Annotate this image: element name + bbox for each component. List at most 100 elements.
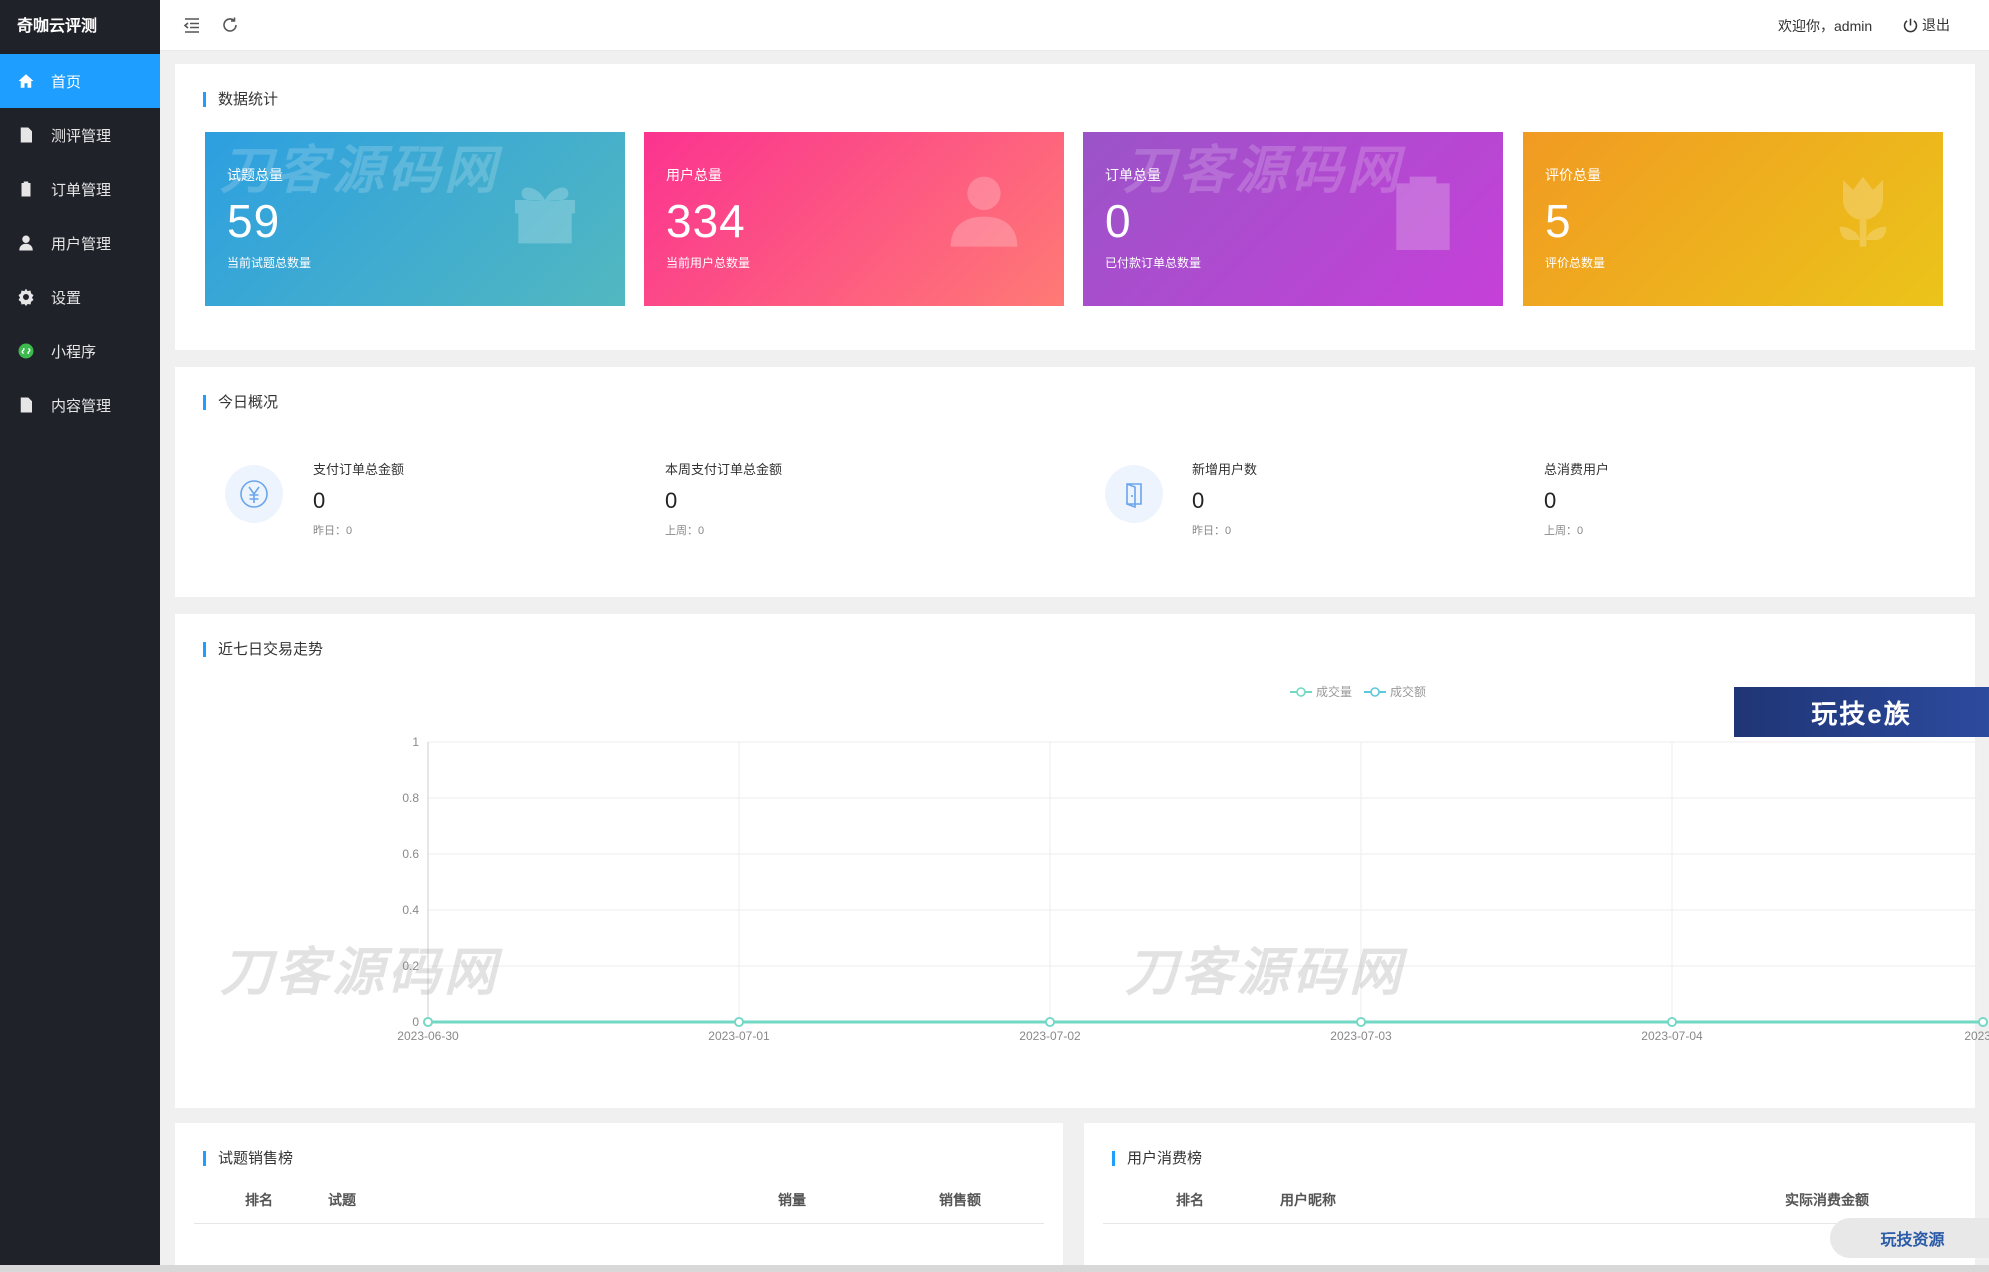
bottom-strip xyxy=(0,1265,1989,1272)
sidebar-item-label: 设置 xyxy=(51,289,82,307)
clipboard-icon xyxy=(17,180,35,198)
table-header-question: 试题 xyxy=(328,1192,356,1208)
gift-icon xyxy=(505,170,585,250)
x-tick-label: 2023-06-30 xyxy=(397,1029,459,1043)
overview-compare: 上周：0 xyxy=(665,525,705,537)
overview-value: 0 xyxy=(665,488,678,513)
sidebar-item-home[interactable]: 首页 xyxy=(0,54,160,108)
data-point xyxy=(1045,1017,1055,1027)
data-point xyxy=(734,1017,744,1027)
overview-label: 本周支付订单总金额 xyxy=(665,462,783,477)
stat-card-value: 0 xyxy=(1105,195,1132,247)
sales-rank-title: 试题销售榜 xyxy=(203,1151,293,1166)
overview-label: 支付订单总金额 xyxy=(313,462,405,477)
refresh-icon[interactable] xyxy=(220,15,240,35)
stat-card-title: 订单总量 xyxy=(1105,167,1161,183)
x-tick-label: 2023-0 xyxy=(1964,1029,1989,1043)
sidebar-item-content-manage[interactable]: 内容管理 xyxy=(0,378,160,432)
home-icon xyxy=(17,72,35,90)
watermark: 刀客源码网 xyxy=(1123,142,1404,200)
sidebar-item-user-manage[interactable]: 用户管理 xyxy=(0,216,160,270)
stat-card-subtitle: 评价总数量 xyxy=(1545,256,1606,270)
stat-card-subtitle: 当前用户总数量 xyxy=(666,256,751,270)
trend-title: 近七日交易走势 xyxy=(203,642,323,657)
legend-item-amount[interactable]: 成交额 xyxy=(1364,683,1426,700)
sidebar: 奇咖云评测 首页 测评管理 订单管理 用户管理 设置 小程序 内容管理 xyxy=(0,0,160,1265)
stat-card-subtitle: 当前试题总数量 xyxy=(227,256,312,270)
power-icon xyxy=(1903,18,1918,32)
overview-value: 0 xyxy=(1192,488,1205,513)
sidebar-item-miniprogram[interactable]: 小程序 xyxy=(0,324,160,378)
ad-bottom-badge[interactable]: 玩技资源 xyxy=(1830,1218,1989,1258)
menu-toggle-icon[interactable] xyxy=(182,15,202,35)
stat-card-users[interactable]: 用户总量 334 当前用户总数量 xyxy=(644,132,1064,306)
stat-card-title: 用户总量 xyxy=(666,167,722,183)
stat-card-title: 评价总量 xyxy=(1545,167,1601,183)
stat-card-reviews[interactable]: 评价总量 5 评价总数量 xyxy=(1523,132,1943,306)
stat-card-value: 59 xyxy=(227,195,281,247)
overview-label: 新增用户数 xyxy=(1192,462,1258,477)
sidebar-item-label: 订单管理 xyxy=(51,181,112,199)
user-icon xyxy=(17,234,35,252)
overview-value: 0 xyxy=(313,488,326,513)
gear-icon xyxy=(17,288,35,306)
sidebar-item-label: 内容管理 xyxy=(51,397,112,415)
user-rank-title: 用户消费榜 xyxy=(1112,1151,1202,1166)
overview-compare: 上周：0 xyxy=(1544,525,1584,537)
y-tick-label: 0.4 xyxy=(402,903,419,917)
door-icon xyxy=(1105,465,1163,523)
overview-value: 0 xyxy=(1544,488,1557,513)
overview-item-new-users: 新增用户数 0 昨日：0 xyxy=(1192,459,1257,538)
y-tick-label: 0.8 xyxy=(402,791,419,805)
y-tick-label: 1 xyxy=(412,735,419,749)
overview-item-week-pay-total: 本周支付订单总金额 0 上周：0 xyxy=(665,459,782,538)
user-icon xyxy=(944,170,1024,250)
table-header-sales: 销量 xyxy=(778,1192,806,1208)
sidebar-item-review-manage[interactable]: 测评管理 xyxy=(0,108,160,162)
sidebar-item-label: 小程序 xyxy=(51,343,97,361)
sales-rank-panel: 试题销售榜 xyxy=(175,1123,1063,1272)
table-header-nickname: 用户昵称 xyxy=(1280,1192,1336,1208)
legend-item-volume[interactable]: 成交量 xyxy=(1290,683,1352,700)
sidebar-item-label: 测评管理 xyxy=(51,127,112,145)
sidebar-item-label: 首页 xyxy=(51,73,82,91)
x-tick-label: 2023-07-04 xyxy=(1641,1029,1703,1043)
stat-card-title: 试题总量 xyxy=(227,167,283,183)
overview-compare: 昨日：0 xyxy=(313,525,353,537)
welcome-text: 欢迎你，admin xyxy=(1778,18,1873,34)
table-header-rank: 排名 xyxy=(1176,1192,1204,1208)
today-title: 今日概况 xyxy=(203,395,278,410)
data-point xyxy=(1356,1017,1366,1027)
y-tick-label: 0.6 xyxy=(402,847,419,861)
logout-button[interactable]: 退出 xyxy=(1902,15,1950,35)
trend-line-chart: 0 0.2 0.4 0.6 0.8 1 2023-06-30 2023-07-01 2023-0… xyxy=(397,735,1989,1043)
stat-card-orders[interactable]: 刀客源码网 订单总量 0 已付款订单总数量 xyxy=(1083,132,1503,306)
stat-card-value: 334 xyxy=(666,195,746,247)
overview-compare: 昨日：0 xyxy=(1192,525,1232,537)
legend-label: 成交额 xyxy=(1390,685,1427,699)
ad-banner[interactable]: 玩技e族 xyxy=(1734,687,1989,737)
app-title: 奇咖云评测 xyxy=(17,18,98,35)
sidebar-item-label: 用户管理 xyxy=(51,235,112,253)
today-panel: 今日概况 支付订单总金额 0 昨日：0 本周支付订单总金额 0 上周：0 新增用… xyxy=(175,367,1975,597)
divider xyxy=(194,1223,1044,1224)
document-icon xyxy=(17,396,35,414)
stats-title: 数据统计 xyxy=(203,92,278,107)
stat-card-subtitle: 已付款订单总数量 xyxy=(1105,256,1202,270)
logout-label: 退出 xyxy=(1922,17,1950,33)
divider xyxy=(1103,1223,1953,1224)
sidebar-item-order-manage[interactable]: 订单管理 xyxy=(0,162,160,216)
table-header-spend: 实际消费金额 xyxy=(1785,1192,1869,1208)
overview-item-paying-users: 总消费用户 0 上周：0 xyxy=(1544,459,1609,538)
document-icon xyxy=(17,126,35,144)
x-tick-label: 2023-07-02 xyxy=(1019,1029,1081,1043)
overview-item-pay-total: 支付订单总金额 0 昨日：0 xyxy=(313,459,404,538)
x-tick-label: 2023-07-01 xyxy=(708,1029,770,1043)
sidebar-item-settings[interactable]: 设置 xyxy=(0,270,160,324)
clipboard-icon xyxy=(1383,170,1463,250)
overview-label: 总消费用户 xyxy=(1544,462,1610,477)
stat-card-questions[interactable]: 刀客源码网 试题总量 59 当前试题总数量 xyxy=(205,132,625,306)
tulip-icon xyxy=(1823,170,1903,250)
top-header: 欢迎你，admin 退出 xyxy=(160,0,1989,51)
table-header-revenue: 销售额 xyxy=(939,1192,981,1208)
